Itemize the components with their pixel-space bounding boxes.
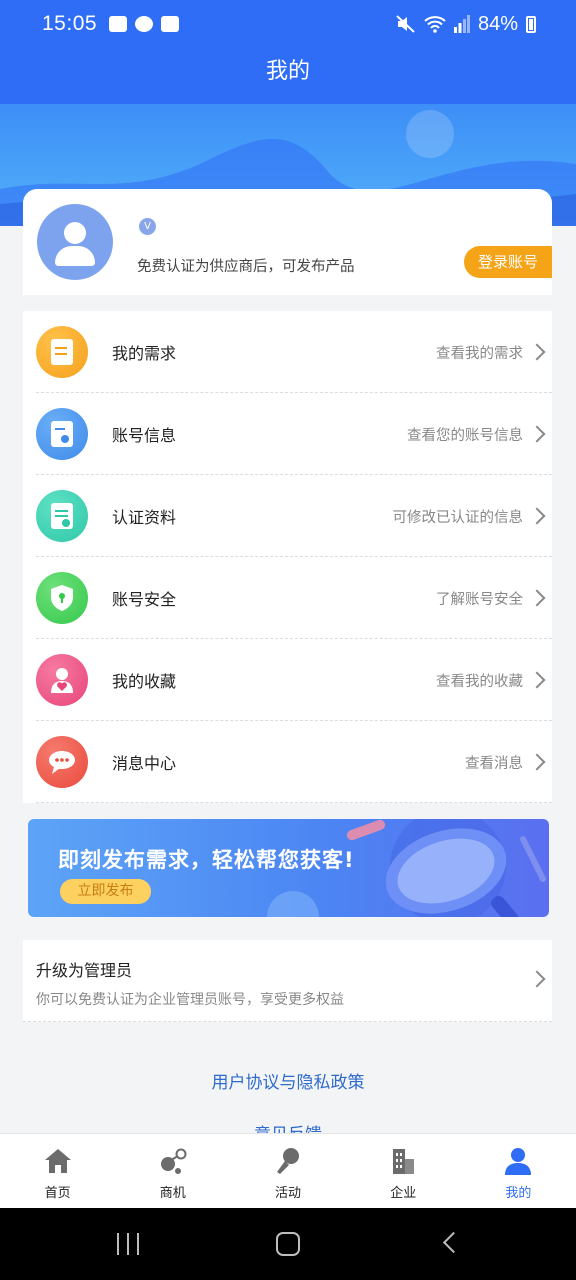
tab-opportunity[interactable]: 商机 xyxy=(115,1134,230,1208)
menu-item-messages[interactable]: 消息中心 查看消息 xyxy=(23,721,552,803)
publish-now-button[interactable]: 立即发布 xyxy=(60,879,151,904)
chevron-right-icon xyxy=(528,507,546,525)
upgrade-title: 升级为管理员 xyxy=(36,961,133,980)
tab-label: 首页 xyxy=(44,1186,71,1201)
menu-item-hint: 了解账号安全 xyxy=(436,591,523,608)
certification-tip: 免费认证为供应商后，可发布产品 xyxy=(137,259,355,275)
promo-title: 即刻发布需求，轻松帮您获客! xyxy=(58,848,355,872)
certificate-icon xyxy=(36,490,88,542)
home-icon xyxy=(44,1149,71,1173)
battery-level: 84% xyxy=(477,12,518,35)
menu-item-my-demands[interactable]: 我的需求 查看我的需求 xyxy=(23,311,552,393)
status-bar: 15:05 84% xyxy=(0,0,576,48)
tab-mine[interactable]: 我的 xyxy=(461,1134,576,1208)
login-button[interactable]: 登录账号 xyxy=(464,246,552,278)
menu-item-label: 账号信息 xyxy=(112,426,177,445)
wifi-icon xyxy=(424,16,446,33)
tab-activity[interactable]: 活动 xyxy=(230,1134,345,1208)
verify-badge-icon: V xyxy=(139,218,156,235)
menu-list: 我的需求 查看我的需求 账号信息 查看您的账号信息 认证资料 可修改已认证的信息… xyxy=(23,311,552,803)
tab-label: 企业 xyxy=(390,1186,417,1201)
menu-item-label: 认证资料 xyxy=(112,508,177,527)
menu-item-hint: 查看消息 xyxy=(465,755,523,772)
chevron-right-icon xyxy=(528,425,546,443)
avatar[interactable] xyxy=(37,204,113,280)
menu-item-hint: 可修改已认证的信息 xyxy=(392,509,524,526)
microphone-icon xyxy=(277,1148,299,1174)
menu-item-label: 我的收藏 xyxy=(112,672,177,691)
chat-bubble-icon xyxy=(36,736,88,788)
chevron-right-icon xyxy=(528,589,546,607)
notification-icons xyxy=(109,16,180,32)
document-edit-icon xyxy=(36,326,88,378)
shield-icon xyxy=(36,572,88,624)
back-icon[interactable] xyxy=(442,1231,465,1254)
battery-icon xyxy=(526,15,536,33)
policy-link[interactable]: 用户协议与隐私政策 xyxy=(0,1068,576,1093)
publish-promo-banner[interactable]: 即刻发布需求，轻松帮您获客! 立即发布 xyxy=(28,819,549,917)
home-button-icon[interactable] xyxy=(276,1232,300,1256)
menu-item-hint: 查看您的账号信息 xyxy=(407,427,523,444)
tab-enterprise[interactable]: 企业 xyxy=(346,1134,461,1208)
chevron-right-icon xyxy=(528,753,546,771)
checkbox-icon xyxy=(161,16,180,32)
page-title: 我的 xyxy=(0,48,576,104)
building-icon xyxy=(393,1149,415,1174)
menu-item-hint: 查看我的收藏 xyxy=(436,673,523,690)
user-icon xyxy=(505,1148,532,1175)
bottom-tab-bar: 首页 商机 活动 企业 我的 xyxy=(0,1133,576,1208)
profile-card-icon xyxy=(36,408,88,460)
opportunity-icon xyxy=(160,1148,187,1174)
status-time: 15:05 xyxy=(42,12,98,35)
chevron-right-icon xyxy=(528,671,546,689)
menu-item-account-security[interactable]: 账号安全 了解账号安全 xyxy=(23,557,552,639)
cloud-icon xyxy=(135,16,154,32)
menu-item-hint: 查看我的需求 xyxy=(436,345,523,362)
menu-item-favorites[interactable]: 我的收藏 查看我的收藏 xyxy=(23,639,552,721)
tab-label: 商机 xyxy=(159,1186,186,1201)
upgrade-admin-item[interactable]: 升级为管理员 你可以免费认证为企业管理员账号，享受更多权益 xyxy=(23,940,552,1022)
menu-item-label: 账号安全 xyxy=(112,590,177,609)
gallery-icon xyxy=(109,16,128,32)
menu-item-account-info[interactable]: 账号信息 查看您的账号信息 xyxy=(23,393,552,475)
profile-card: V 免费认证为供应商后，可发布产品 登录账号 xyxy=(23,189,552,295)
menu-item-label: 我的需求 xyxy=(112,344,177,363)
tab-label: 活动 xyxy=(275,1186,302,1201)
tab-label: 我的 xyxy=(505,1186,532,1201)
chevron-right-icon xyxy=(528,343,546,361)
recent-apps-icon[interactable] xyxy=(117,1233,139,1255)
favorite-user-icon xyxy=(36,654,88,706)
system-navigation-bar xyxy=(0,1208,576,1280)
signal-icon xyxy=(453,15,470,33)
chevron-right-icon xyxy=(528,970,546,988)
mute-icon xyxy=(396,15,415,33)
menu-item-certification[interactable]: 认证资料 可修改已认证的信息 xyxy=(23,475,552,557)
upgrade-description: 你可以免费认证为企业管理员账号，享受更多权益 xyxy=(36,992,344,1008)
tab-home[interactable]: 首页 xyxy=(0,1134,115,1208)
menu-item-label: 消息中心 xyxy=(112,754,177,773)
